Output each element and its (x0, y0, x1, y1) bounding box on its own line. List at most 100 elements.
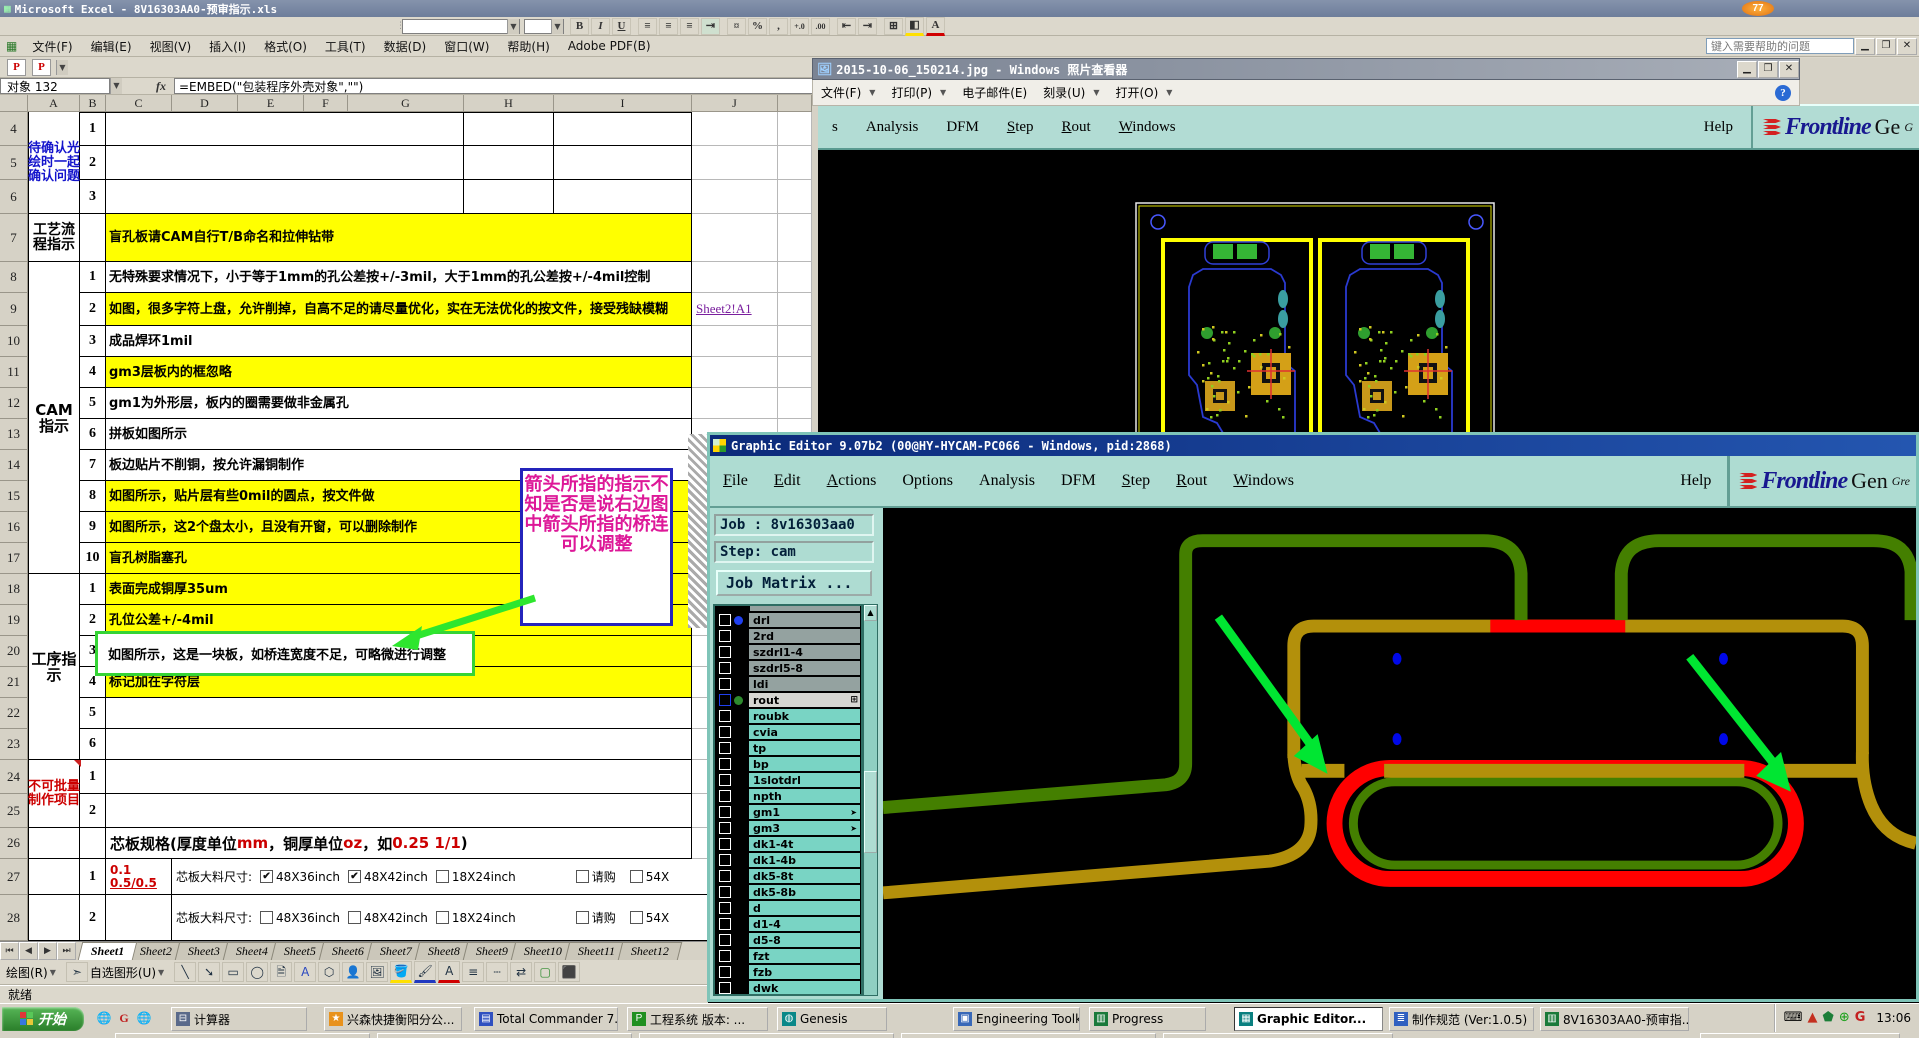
content-cell[interactable] (554, 112, 692, 146)
layer-checkbox[interactable] (719, 742, 731, 754)
chevron-down-icon[interactable]: ▼ (56, 59, 68, 75)
taskbar-row2-button[interactable] (639, 1033, 894, 1038)
a-column-cell[interactable] (28, 450, 80, 481)
a-column-cell[interactable] (28, 512, 80, 543)
layer-checkbox[interactable] (719, 966, 731, 978)
layer-checkbox[interactable] (719, 630, 731, 642)
ge-menu-item[interactable]: Analysis (966, 472, 1048, 490)
header-corner[interactable] (778, 95, 812, 112)
j-cell[interactable] (692, 262, 778, 293)
layer-checkbox[interactable] (719, 902, 731, 914)
a-column-cell[interactable] (28, 895, 80, 941)
row-header[interactable]: 28 (0, 895, 28, 941)
merge-center-button[interactable]: ⇥ (701, 17, 720, 35)
content-cell[interactable] (554, 146, 692, 180)
arrow-style-icon[interactable]: ⇄ (510, 962, 533, 982)
k-cell[interactable] (778, 388, 812, 419)
line-tool-icon[interactable]: ╲ (174, 962, 197, 982)
a-column-cell[interactable] (28, 419, 80, 450)
antivirus-shield-icon[interactable]: ⬟ (1823, 1011, 1834, 1025)
k-cell[interactable] (778, 357, 812, 388)
row-header[interactable]: 4 (0, 112, 28, 146)
b-number-cell[interactable]: 1 (80, 760, 106, 794)
internet-explorer-icon[interactable]: 🌐 (96, 1010, 112, 1026)
layer-checkbox[interactable] (719, 614, 731, 626)
j-cell[interactable] (692, 357, 778, 388)
input-method-icon[interactable]: ▲ (1808, 1011, 1818, 1025)
clipart-icon[interactable]: 👤 (342, 962, 365, 982)
k-cell[interactable] (778, 293, 812, 326)
layer-checkbox[interactable] (719, 822, 731, 834)
taskbar-row2-button[interactable] (901, 1033, 1156, 1038)
layer-item-fzt[interactable]: fzt (715, 948, 861, 964)
a-column-cell[interactable] (28, 667, 80, 698)
k-cell[interactable] (778, 146, 812, 180)
layer-name[interactable]: dk1-4b (749, 853, 860, 867)
spec-title-cell[interactable]: 芯板规格(厚度单位 mm ，铜厚单位 oz ，如 0.25 1/1) (106, 828, 692, 859)
taskbar-button[interactable]: P 工程系统 版本: ... (627, 1007, 768, 1031)
excel-menu-item[interactable]: Adobe PDF(B) (559, 37, 660, 55)
last-sheet-icon[interactable]: ⏭ (57, 942, 76, 960)
k-cell[interactable] (778, 180, 812, 214)
percent-button[interactable]: % (748, 17, 767, 35)
row-header[interactable]: 21 (0, 667, 28, 698)
a-column-cell[interactable] (28, 543, 80, 574)
content-cell[interactable] (106, 760, 692, 794)
layer-checkbox[interactable] (719, 790, 731, 802)
layer-name[interactable]: gm1 ➤ (749, 805, 860, 819)
sheet2-hyperlink[interactable]: Sheet2!A1 (692, 301, 752, 317)
photo-viewer-window[interactable]: 🖼 2015-10-06_150214.jpg - Windows 照片查看器 … (812, 58, 1800, 106)
layer-name[interactable]: dk5-8b (749, 885, 860, 899)
b-number-cell[interactable]: 4 (80, 357, 106, 388)
font-color-icon[interactable]: A (438, 961, 461, 983)
pdf-email-icon[interactable]: P (32, 58, 51, 76)
layer-name[interactable]: szdrl5-8 (749, 661, 860, 675)
layer-name[interactable]: bp (749, 757, 860, 771)
select-pointer-icon[interactable]: ➣ (65, 962, 88, 982)
taskbar-button[interactable]: ⊟ 计算器 (171, 1007, 307, 1031)
k-cell[interactable] (778, 262, 812, 293)
content-cell[interactable]: gm3层板内的框忽略 (106, 357, 692, 388)
row-header[interactable]: 16 (0, 512, 28, 543)
decrease-decimal-button[interactable]: .00 (811, 17, 830, 35)
column-header[interactable]: G (348, 95, 464, 112)
fill-color-icon[interactable]: 🪣 (390, 961, 413, 983)
b-number-cell[interactable]: 2 (80, 146, 106, 180)
column-header[interactable]: E (238, 95, 304, 112)
content-cell[interactable]: 成品焊环1mil (106, 326, 692, 357)
row-header[interactable]: 18 (0, 574, 28, 605)
k-cell[interactable] (778, 326, 812, 357)
a-column-cell[interactable] (28, 214, 80, 262)
arrow-tool-icon[interactable]: ➘ (198, 962, 221, 982)
layer-checkbox[interactable] (719, 886, 731, 898)
layer-checkbox[interactable] (719, 918, 731, 930)
taskbar-row2-button[interactable] (115, 1033, 370, 1038)
genesis-help-menu[interactable]: Help (1690, 119, 1747, 136)
layer-item-cvia[interactable]: cvia (715, 724, 861, 740)
column-header[interactable]: F (304, 95, 348, 112)
row-header[interactable]: 13 (0, 419, 28, 450)
align-center-button[interactable]: ≡ (659, 17, 678, 35)
layer-item-d1-4[interactable]: d1-4 (715, 916, 861, 932)
checkbox[interactable]: ✔ (347, 870, 361, 883)
g-browser-icon[interactable]: G (116, 1010, 132, 1026)
photo-viewer-menu-item[interactable]: 文件(F) (813, 81, 869, 104)
b-number-cell[interactable]: 1 (80, 574, 106, 605)
checkbox[interactable] (260, 911, 274, 924)
j-cell[interactable] (692, 112, 778, 146)
content-cell[interactable]: 拼板如图所示 (106, 419, 692, 450)
a-column-cell[interactable] (28, 326, 80, 357)
autoshapes-menu[interactable]: 自选图形(U) (90, 964, 156, 981)
ge-menu-item[interactable]: Edit (761, 472, 814, 490)
font-size-combo[interactable]: ▼ (524, 18, 564, 34)
row-header[interactable]: 26 (0, 828, 28, 859)
b-number-cell[interactable]: 10 (80, 543, 106, 574)
excel-menu-item[interactable]: 视图(V) (141, 36, 201, 57)
chevron-down-icon[interactable]: ▼ (551, 18, 563, 34)
layer-item-dwk[interactable]: dwk (715, 980, 861, 994)
a-column-cell[interactable] (28, 357, 80, 388)
layer-item-2rd[interactable]: 2rd (715, 628, 861, 644)
b-number-cell[interactable]: 3 (80, 180, 106, 214)
layer-item-szdrl1-4[interactable]: szdrl1-4 (715, 644, 861, 660)
decrease-indent-button[interactable]: ⇤ (837, 17, 856, 35)
